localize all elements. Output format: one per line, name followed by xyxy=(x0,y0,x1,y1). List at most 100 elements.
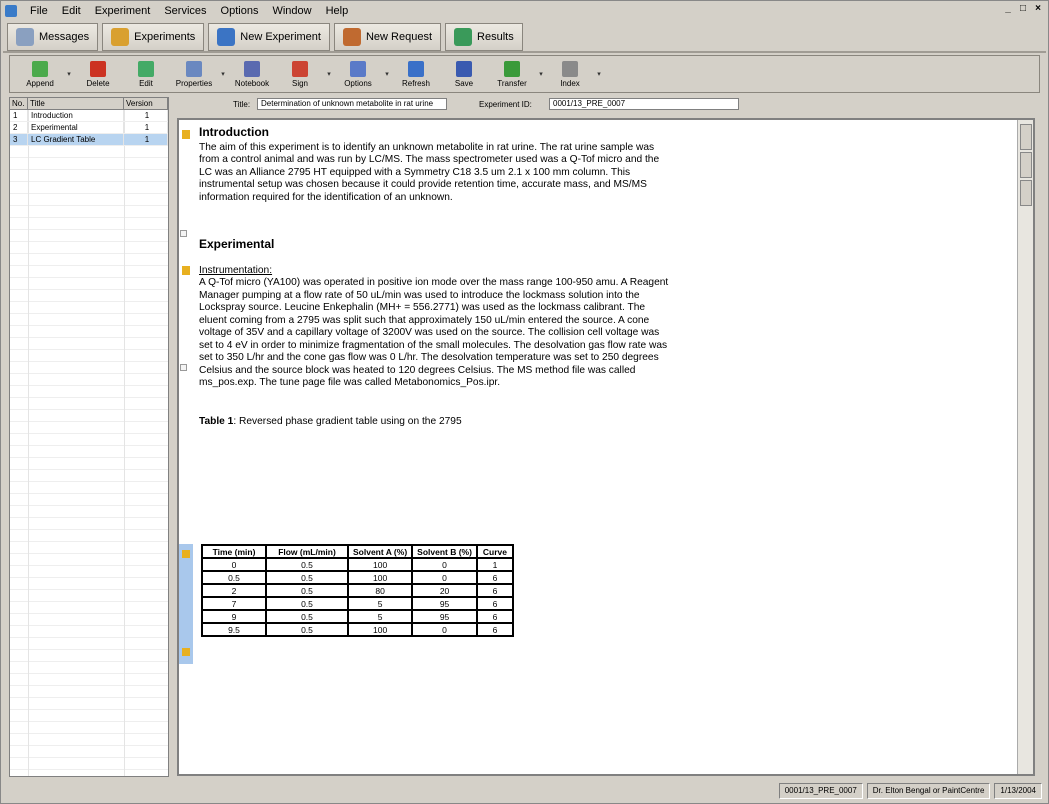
section-marker-icon[interactable] xyxy=(182,648,190,656)
properties-button[interactable]: Properties xyxy=(170,57,218,91)
nav-button-experiments[interactable]: Experiments xyxy=(102,23,205,51)
toolbar-button-label: Refresh xyxy=(401,78,430,88)
experiment-id-field[interactable]: 0001/13_PRE_0007 xyxy=(549,98,739,110)
table-selection-bar[interactable] xyxy=(179,544,193,664)
nav-button-messages[interactable]: Messages xyxy=(7,23,99,51)
document-content: Introduction The aim of this experiment … xyxy=(199,126,669,428)
table-cell[interactable]: 0 xyxy=(411,622,478,637)
table-caption-label: Table 1 xyxy=(199,415,234,427)
minimize-icon[interactable]: _ xyxy=(1002,4,1014,15)
table-cell[interactable]: 0.5 xyxy=(265,557,349,572)
nav-button-label: Results xyxy=(477,31,514,43)
table-cell[interactable]: 9.5 xyxy=(201,622,267,637)
save-icon xyxy=(456,60,472,77)
table-cell[interactable]: 6 xyxy=(475,570,514,585)
section-marker-icon[interactable] xyxy=(182,266,190,275)
close-icon[interactable]: × xyxy=(1032,4,1044,15)
section-row[interactable]: 2 Experimental 1 xyxy=(10,122,168,134)
notebook-button[interactable]: Notebook xyxy=(228,57,276,91)
menu-options[interactable]: Options xyxy=(214,2,266,20)
table-cell[interactable]: 6 xyxy=(475,583,514,598)
table-cell[interactable]: 0.5 xyxy=(265,609,349,624)
transfer-button[interactable]: Transfer xyxy=(488,57,536,91)
table-cell[interactable]: 100 xyxy=(346,622,414,637)
dropdown-arrow-icon[interactable]: ▾ xyxy=(536,70,546,78)
refresh-icon xyxy=(408,60,424,77)
menu-edit[interactable]: Edit xyxy=(55,2,88,20)
menu-file[interactable]: File xyxy=(23,2,55,20)
books-icon xyxy=(111,28,130,46)
properties-icon xyxy=(186,60,202,77)
table-cell[interactable]: 0 xyxy=(411,570,478,585)
dropdown-arrow-icon[interactable]: ▾ xyxy=(594,70,604,78)
section-row[interactable]: 1 Introduction 1 xyxy=(10,110,168,122)
table-cell[interactable]: 5 xyxy=(346,609,414,624)
section-marker-icon[interactable] xyxy=(182,130,190,139)
refresh-button[interactable]: Refresh xyxy=(392,57,440,91)
grid-line xyxy=(124,110,125,776)
menubar: File Edit Experiment Services Options Wi… xyxy=(1,1,1048,21)
table-cell[interactable]: 20 xyxy=(411,583,478,598)
section-cell-version: 1 xyxy=(124,134,168,145)
title-field[interactable]: Determination of unknown metabolite in r… xyxy=(257,98,447,110)
menu-services[interactable]: Services xyxy=(157,2,213,20)
column-header-version[interactable]: Version xyxy=(124,98,168,109)
transfer-icon xyxy=(504,60,520,77)
table-cell[interactable]: 2 xyxy=(201,583,267,598)
table-cell[interactable]: 95 xyxy=(411,596,478,611)
edit-button[interactable]: Edit xyxy=(122,57,170,91)
side-tab[interactable] xyxy=(1020,124,1032,150)
table-cell[interactable]: 0 xyxy=(411,557,478,572)
table-cell[interactable]: 6 xyxy=(475,609,514,624)
side-tab[interactable] xyxy=(1020,152,1032,178)
menu-experiment[interactable]: Experiment xyxy=(88,2,158,20)
collapse-icon[interactable] xyxy=(180,230,187,237)
status-date: 1/13/2004 xyxy=(994,783,1042,799)
table-cell[interactable]: 0.5 xyxy=(265,596,349,611)
section-list-header: No. Title Version xyxy=(10,98,168,110)
sign-button[interactable]: Sign xyxy=(276,57,324,91)
nav-button-label: Messages xyxy=(39,31,90,43)
table-cell[interactable]: 0.5 xyxy=(265,570,349,585)
table-cell[interactable]: 7 xyxy=(201,596,267,611)
save-button[interactable]: Save xyxy=(440,57,488,91)
table-cell[interactable]: 0.5 xyxy=(265,622,349,637)
table-cell[interactable]: 0 xyxy=(201,557,267,572)
table-cell[interactable]: 1 xyxy=(475,557,514,572)
column-header-no[interactable]: No. xyxy=(10,98,28,109)
table-cell[interactable]: 100 xyxy=(346,570,414,585)
table-cell[interactable]: 0.5 xyxy=(201,570,267,585)
nav-button-new-experiment[interactable]: New Experiment xyxy=(208,23,330,51)
column-header-title[interactable]: Title xyxy=(28,98,124,109)
document-editor[interactable]: Introduction The aim of this experiment … xyxy=(177,118,1035,776)
table-cell[interactable]: 95 xyxy=(411,609,478,624)
nav-button-results[interactable]: Results xyxy=(445,23,523,51)
table-cell[interactable]: 80 xyxy=(346,583,414,598)
toolbar-button-label: Properties xyxy=(175,78,213,88)
menu-window[interactable]: Window xyxy=(265,2,318,20)
table-cell[interactable]: 6 xyxy=(475,622,514,637)
options-button[interactable]: Options xyxy=(334,57,382,91)
restore-icon[interactable]: □ xyxy=(1017,4,1029,15)
menu-help[interactable]: Help xyxy=(319,2,356,20)
vertical-scrollbar[interactable] xyxy=(1017,120,1033,774)
append-button[interactable]: Append xyxy=(16,57,64,91)
index-button[interactable]: Index xyxy=(546,57,594,91)
table-header-cell: Solvent A (%) xyxy=(346,544,414,559)
nav-button-label: New Request xyxy=(365,31,433,43)
table-cell[interactable]: 0.5 xyxy=(265,583,349,598)
dropdown-arrow-icon[interactable]: ▾ xyxy=(218,70,228,78)
table-cell[interactable]: 5 xyxy=(346,596,414,611)
dropdown-arrow-icon[interactable]: ▾ xyxy=(382,70,392,78)
section-marker-icon[interactable] xyxy=(182,550,190,558)
side-tab[interactable] xyxy=(1020,180,1032,206)
delete-button[interactable]: Delete xyxy=(74,57,122,91)
dropdown-arrow-icon[interactable]: ▾ xyxy=(324,70,334,78)
dropdown-arrow-icon[interactable]: ▾ xyxy=(64,70,74,78)
table-cell[interactable]: 100 xyxy=(346,557,414,572)
section-row[interactable]: 3 LC Gradient Table 1 xyxy=(10,134,168,146)
table-cell[interactable]: 6 xyxy=(475,596,514,611)
collapse-icon[interactable] xyxy=(180,364,187,371)
table-cell[interactable]: 9 xyxy=(201,609,267,624)
nav-button-new-request[interactable]: New Request xyxy=(333,23,442,51)
